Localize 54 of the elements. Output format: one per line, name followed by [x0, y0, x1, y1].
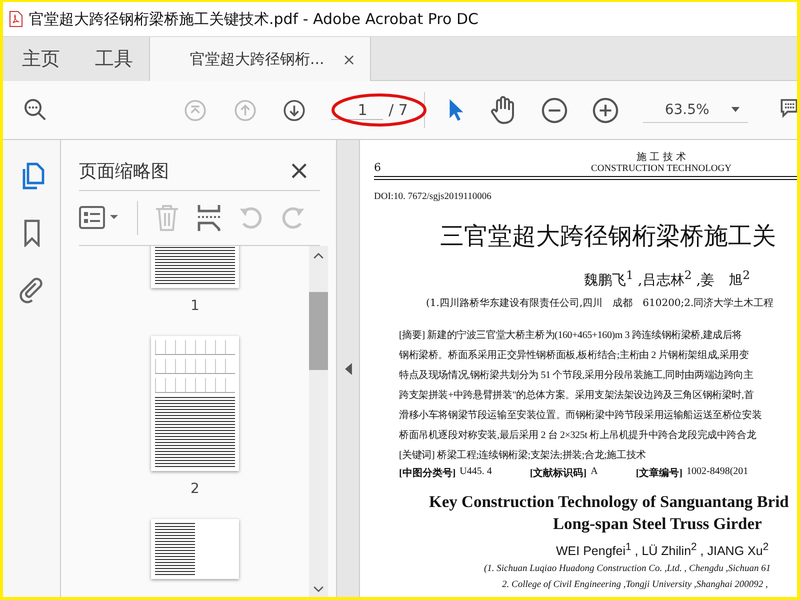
- classification-label: [中图分类号]: [399, 466, 456, 480]
- abstract-line: 桥面吊机逐段对称安装,最后采用 2 台 2×325t 桁上吊机提升中跨合龙段完成中跨合龙: [399, 428, 758, 443]
- zoom-out-icon[interactable]: [540, 96, 568, 124]
- page-thumbnail[interactable]: [151, 336, 239, 471]
- scroll-down-icon[interactable]: [313, 586, 324, 593]
- page-extract-icon[interactable]: [196, 204, 222, 232]
- page-count: / 7: [388, 101, 408, 119]
- scrollbar-thumb[interactable]: [309, 292, 328, 370]
- paperclip-icon[interactable]: [18, 276, 44, 304]
- scroll-up-icon[interactable]: [313, 252, 324, 259]
- abstract-line: 滑移小车将钢梁节段运输至安装位置。而钢桁梁中跨节段采用运输船运送至桥位安装: [399, 408, 763, 423]
- nav-tab[interactable]: 工具: [76, 37, 149, 81]
- author-list: 魏鹏飞$^{1}$ ,吕志林$^{2}$ ,姜 旭$^{2}$: [584, 268, 797, 290]
- article-title: 三官堂超大跨径钢桁梁桥施工关: [440, 221, 777, 252]
- doi-text: DOI:10. 7672/sgjs2019110006: [374, 192, 492, 202]
- zoom-in-icon[interactable]: [592, 96, 619, 124]
- english-title: Key Construction Technology of Sanguantang Brid: [429, 492, 790, 512]
- hand-icon[interactable]: [488, 95, 517, 125]
- scrollbar-track[interactable]: [309, 246, 328, 597]
- classification-label: [文献标识码]: [530, 466, 587, 480]
- window-title: 官堂超大跨径钢桁梁桥施工关键技术.pdf - Adobe Acrobat Pro DC: [29, 10, 478, 28]
- english-title: Long-span Steel Truss Girder: [553, 514, 763, 534]
- abstract-line: [摘要] 新建的宁波三官堂大桥主桥为(160+465+160)m 3 跨连续钢桁梁桥,建成后将: [399, 328, 743, 343]
- classification-value: A: [590, 466, 598, 479]
- panel-title: 页面缩略图: [79, 160, 169, 183]
- journal-name-english: CONSTRUCTION TECHNOLOGY: [591, 164, 732, 174]
- abstract-line: 钢桁梁桥。桥面系采用正交异性钢桥面板,板桁结合;主桁由 2 片钢桁架组成,采用变: [399, 348, 750, 363]
- page-thumbnail[interactable]: [151, 519, 239, 579]
- caret-icon: [731, 107, 740, 112]
- tab-label: 官堂超大跨径钢桁...: [190, 50, 324, 68]
- classification-value: U445. 4: [460, 466, 492, 479]
- zoom-dropdown[interactable]: 63.5%: [642, 98, 748, 122]
- classification-value: 1002-8498(201: [686, 466, 748, 479]
- affiliation-text: (1.四川路桥华东建设有限责任公司,四川 成都 610200;2.同济大学土木工程: [426, 296, 775, 310]
- options-menu-icon[interactable]: [79, 206, 121, 230]
- collapse-arrow-icon[interactable]: [344, 362, 352, 374]
- journal-name: 施 工 技 术: [636, 150, 686, 164]
- close-panel-button[interactable]: ×: [288, 156, 310, 186]
- affiliation-english: (1. Sichuan Luqiao Huadong Construction Co. ,Ltd. , Chengdu ,Sichuan 61: [484, 564, 772, 574]
- classification-label: [文章编号]: [636, 466, 682, 480]
- affiliation-english: 2. College of Civil Engineering ,Tongji University ,Shanghai 200092 ,: [502, 580, 769, 590]
- author-list-english: WEI Pengfei$^{1}$ , LÜ Zhilin$^{2}$ , JIANG Xu$^{2}$: [556, 542, 770, 558]
- page-number-label: 1: [190, 298, 200, 314]
- abstract-line: 特点及现场情况,钢桁梁共划分为 51 个节段,采用分段吊装施工,同时由两端边跨向主: [399, 368, 754, 383]
- pdf-file-icon: [9, 11, 23, 27]
- close-tab-button[interactable]: ×: [342, 50, 356, 68]
- nav-tab[interactable]: 主页: [3, 37, 76, 81]
- abstract-line: 跨支架拼装+中跨悬臂拼装"的总体方案。采用支架法架设边跨及三角区钢桁梁时,首: [399, 388, 755, 403]
- page-thumbnail[interactable]: [151, 246, 239, 288]
- page-number: 6: [374, 161, 382, 174]
- document-tab[interactable]: 官堂超大跨径钢桁... ×: [149, 37, 371, 81]
- page-number-field[interactable]: 1: [330, 100, 383, 120]
- abstract-line: [关键词] 桥梁工程;连续钢桁梁;支架法;拼装;合龙;施工技术: [399, 448, 647, 463]
- page-number-label: 2: [190, 481, 200, 497]
